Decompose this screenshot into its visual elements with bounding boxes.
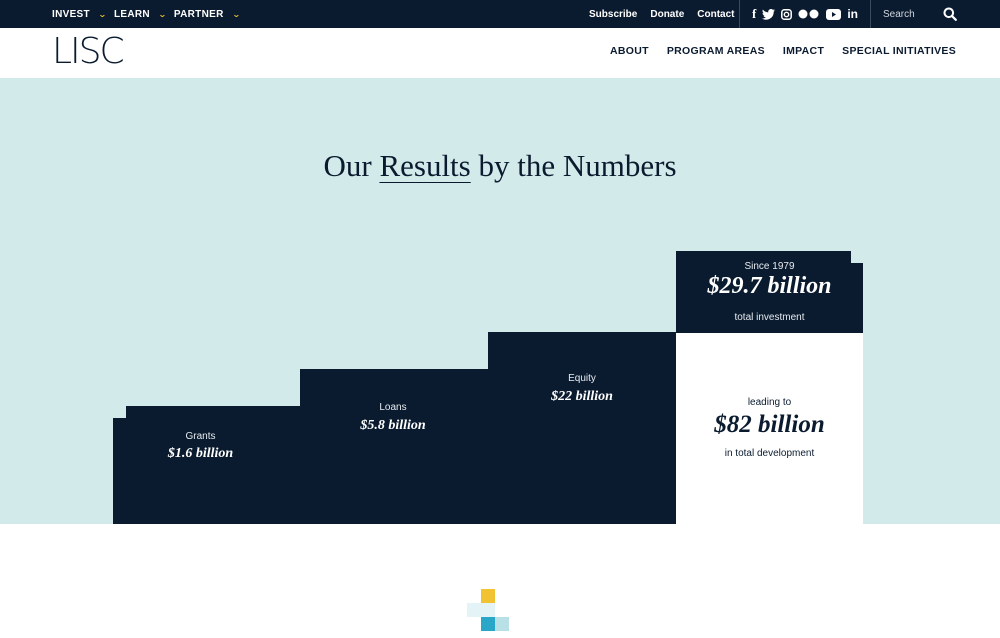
results-section: Our Results by the Numbers Grants $1.6 b…: [0, 78, 1000, 524]
topnav-partner-label: PARTNER: [173, 8, 224, 20]
site-header: LISC ABOUT PROGRAM AREAS IMPACT SPECIAL …: [0, 28, 1000, 78]
linkedin-icon[interactable]: in: [847, 7, 858, 21]
top-bar: INVEST ⌄ LEARN ⌄ PARTNER ⌄ Subscribe Don…: [0, 0, 1000, 28]
search-box: [883, 0, 963, 28]
chevron-down-icon: ⌄: [231, 9, 241, 19]
loans-block: Loans $5.8 billion: [300, 369, 490, 524]
top-nav-right: Subscribe Donate Contact: [589, 0, 748, 28]
lisc-logo[interactable]: LISC: [52, 33, 125, 71]
chevron-down-icon: ⌄: [97, 9, 107, 19]
divider: [870, 0, 871, 28]
facebook-icon[interactable]: f: [752, 6, 756, 21]
social-links: f in: [752, 0, 858, 28]
grants-value: $1.6 billion: [167, 446, 234, 461]
decor-square-pale: [495, 617, 509, 631]
development-label-top: leading to: [747, 397, 792, 408]
decor-square-yellow: [481, 589, 495, 603]
search-input[interactable]: [883, 8, 941, 20]
loans-value: $5.8 billion: [360, 418, 426, 433]
title-pre: Our: [323, 148, 380, 183]
nav-impact[interactable]: IMPACT: [783, 45, 824, 57]
subscribe-link[interactable]: Subscribe: [589, 9, 637, 20]
grants-block: Grants $1.6 billion: [113, 418, 302, 524]
topnav-learn[interactable]: LEARN ⌄: [113, 8, 167, 20]
equity-value: $22 billion: [551, 389, 613, 404]
decor-square-blue: [481, 617, 495, 631]
equity-block: Equity $22 billion: [488, 332, 676, 524]
twitter-icon[interactable]: [762, 7, 776, 21]
divider: [739, 0, 740, 28]
youtube-icon[interactable]: [826, 7, 842, 21]
nav-program-areas[interactable]: PROGRAM AREAS: [667, 45, 765, 57]
topnav-learn-label: LEARN: [113, 8, 150, 20]
donate-link[interactable]: Donate: [650, 9, 684, 20]
contact-link[interactable]: Contact: [697, 9, 734, 20]
topnav-invest[interactable]: INVEST ⌄: [52, 8, 107, 20]
title-post: by the Numbers: [470, 148, 677, 183]
development-label-bottom: in total development: [724, 448, 815, 459]
topnav-invest-label: INVEST: [52, 8, 90, 20]
decor-square-light: [467, 603, 481, 617]
topnav-partner[interactable]: PARTNER ⌄: [174, 9, 240, 20]
flickr-icon[interactable]: [798, 7, 820, 21]
investment-label-bottom: total investment: [734, 312, 805, 323]
investment-value: $29.7 billion: [707, 273, 832, 299]
grants-label: Grants: [185, 431, 216, 442]
nav-special-initiatives[interactable]: SPECIAL INITIATIVES: [842, 45, 956, 57]
equity-label: Equity: [568, 373, 596, 384]
chevron-down-icon: ⌄: [157, 9, 167, 19]
investment-label-top: Since 1979: [744, 261, 795, 272]
decor-square-light: [481, 603, 495, 617]
nav-about[interactable]: ABOUT: [610, 45, 649, 57]
page-title: Our Results by the Numbers: [0, 148, 1000, 184]
main-nav: ABOUT PROGRAM AREAS IMPACT SPECIAL INITI…: [610, 45, 956, 57]
development-value: $82 billion: [714, 411, 825, 438]
instagram-icon[interactable]: [781, 7, 793, 21]
search-icon[interactable]: [943, 7, 957, 21]
development-block: leading to $82 billion in total developm…: [676, 333, 863, 524]
loans-label: Loans: [379, 402, 407, 413]
results-link[interactable]: Results: [379, 148, 470, 183]
top-nav-left: INVEST ⌄ LEARN ⌄ PARTNER ⌄: [52, 0, 248, 28]
